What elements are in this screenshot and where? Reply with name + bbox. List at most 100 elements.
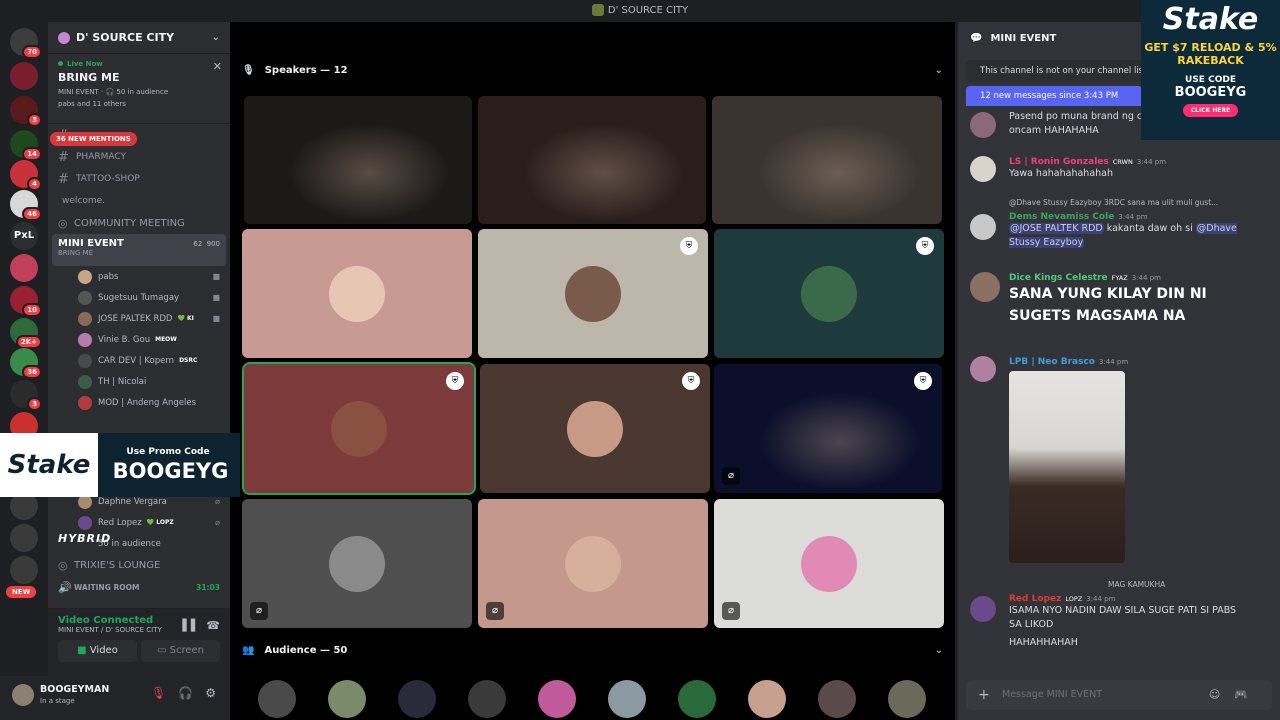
speaker-avatar-tile[interactable]: ⌀ [714,499,944,628]
avatar[interactable] [970,272,1000,302]
speaker-avatar-tile[interactable]: ⌀ [478,499,708,628]
speaker-avatar-tile[interactable]: ⌀ [242,499,472,628]
chevron-down-icon[interactable]: ⌄ [935,65,943,76]
server-icon[interactable] [10,556,38,584]
channel-item-tattoo-shop[interactable]: # TATTOO-SHOP [48,168,230,190]
audience-avatar[interactable] [258,680,296,718]
server-icon[interactable]: 3 [10,380,42,411]
speakers-header[interactable]: 🎙 Speakers — 12 ⌄ [230,57,955,83]
signal-icon[interactable]: ▌▌ [182,619,199,632]
reply-preview[interactable]: @Dhave Stussy Eazyboy 3RDC sana ma ulit … [1009,198,1270,207]
mic-icon: 🎙 [242,64,255,76]
audience-avatar[interactable] [608,680,646,718]
avatar[interactable] [970,156,996,182]
speaker-avatar-tile[interactable]: ⛨ [478,229,708,358]
audience-avatar[interactable] [888,680,926,718]
stage-member[interactable]: MOD | Andeng Angeles [48,392,230,413]
voice-channel-community-meeting[interactable]: ◎ COMMUNITY MEETING [48,212,230,234]
ad-cta-button[interactable]: CLICK HERE [1182,104,1239,117]
server-icon [591,4,604,16]
screen-button[interactable]: ▭ Screen [141,640,220,662]
promo-code: BOOGEYG [112,459,229,483]
speaker-avatar-tile[interactable]: ⛨ [714,229,944,358]
server-icon[interactable]: 4 [10,160,42,191]
unread-badge: 10 [22,303,42,317]
server-header[interactable]: D' SOURCE CITY ⌄ [48,22,230,54]
server-icon[interactable]: 10 [10,286,42,317]
stage-member[interactable]: JOSE PALTEK RDD 💚 KI ■ [48,308,230,329]
avatar[interactable] [970,596,996,622]
avatar [78,311,92,326]
webcam-feed [244,96,472,224]
emoji-icon[interactable]: ☺ [1209,688,1234,701]
new-mentions-badge[interactable]: 36 NEW MENTIONS [50,132,137,146]
stage-member[interactable]: TH | Nicolai [48,371,230,392]
avatar[interactable] [970,112,996,138]
speaker-avatar-tile[interactable]: ⛨ [242,362,476,495]
voice-channel-waiting-room[interactable]: 🔊 WAITING ROOM 31:03 [48,576,230,598]
image-attachment[interactable] [1009,371,1125,563]
server-icon[interactable] [10,254,38,282]
server-icon[interactable]: 36 [10,348,42,379]
audience-header[interactable]: 👥 Audience — 50 ⌄ [230,637,955,663]
channel-item-welcome[interactable]: welcome. [48,190,230,212]
stage-member[interactable]: Sugetsuu Tumagay ■ [48,287,230,308]
speaker-avatar-tile[interactable]: ⛨ [480,364,710,493]
gamepad-icon[interactable]: 🎮 [1234,688,1262,701]
message-input[interactable]: + Message MINI EVENT ☺🎮 [966,680,1272,710]
voice-channel-mini-event[interactable]: MINI EVENT BRING ME 62 900 [52,234,226,266]
speaker-avatar-tile[interactable] [242,229,472,358]
server-icon[interactable]: 70 [10,28,42,59]
reply-preview[interactable]: MAG KAMUKHA [1108,580,1270,589]
chevron-down-icon[interactable]: ⌄ [935,645,943,656]
stake-ad[interactable]: Stake GET $7 RELOAD & 5% RAKEBACK USE CO… [1141,0,1280,140]
new-messages-bar[interactable]: 12 new messages since 3:43 PM [966,86,1142,106]
shield-icon: ⛨ [916,237,934,255]
audience-avatar[interactable] [818,680,856,718]
server-icon[interactable]: 2K+ [10,318,42,349]
chat-message: @Dhave Stussy Eazyboy 3RDC sana ma ulit … [970,198,1270,250]
stage-member[interactable]: Red Lopez 💚 LOPZ ⌀ [48,512,230,533]
audience-avatar[interactable] [538,680,576,718]
voice-channel-trixies-lounge[interactable]: ◎ TRIXIE'S LOUNGE [48,554,230,576]
unread-badge: 3 [27,397,42,411]
stage-member[interactable]: CAR DEV | Kopern DSRC [48,350,230,371]
channel-item-pharmacy[interactable]: # PHARMACY [48,146,230,168]
active-channel-counts: 62 900 [193,240,220,248]
server-icon[interactable]: 46 [10,190,42,221]
server-icon[interactable]: PxL [10,222,38,250]
gear-icon[interactable]: ⚙ [205,686,216,700]
chevron-down-icon[interactable]: ⌄ [212,32,220,43]
audience-avatar[interactable] [398,680,436,718]
new-badge[interactable]: NEW [6,586,37,598]
audience-avatar[interactable] [328,680,366,718]
audience-avatar[interactable] [468,680,506,718]
speaker-video-tile[interactable] [478,96,706,224]
server-icon[interactable] [10,524,38,552]
speaker-video-tile[interactable] [244,96,472,224]
speaker-video-tile[interactable]: ⛨ ⌀ [714,364,942,493]
video-icon: ■ [212,314,220,323]
chat-message: MAG KAMUKHA Red Lopez LOPZ 3:44 pm ISAMA N… [970,580,1270,650]
server-icon[interactable]: 14 [10,130,42,161]
chat-message: LS | Ronin Gonzales CRWN 3:44 pm Yawa haha… [970,154,1270,182]
stage-member[interactable]: pabs ■ [48,266,230,287]
mic-off-icon[interactable]: 🎙 [151,686,166,700]
mic-off-icon: ⌀ [215,518,220,527]
disconnect-icon[interactable]: ☎ [206,619,220,632]
avatar[interactable] [970,214,996,240]
video-button[interactable]: ■ Video [58,640,137,662]
plus-icon[interactable]: + [978,680,990,710]
avatar [329,535,385,592]
server-icon[interactable]: 3 [10,96,42,127]
close-icon[interactable]: ✕ [213,60,222,73]
server-icon[interactable] [10,62,38,90]
live-stage-card[interactable]: Live Now BRING ME MINI EVENT · 🎧 50 in a… [48,54,230,124]
stage-member[interactable]: Vinie B. Gou MEOW [48,329,230,350]
speaker-video-tile[interactable] [712,96,942,224]
avatar[interactable] [12,684,34,706]
headset-icon[interactable]: 🎧 [178,686,193,700]
audience-avatar[interactable] [678,680,716,718]
avatar[interactable] [970,356,996,382]
audience-avatar[interactable] [748,680,786,718]
